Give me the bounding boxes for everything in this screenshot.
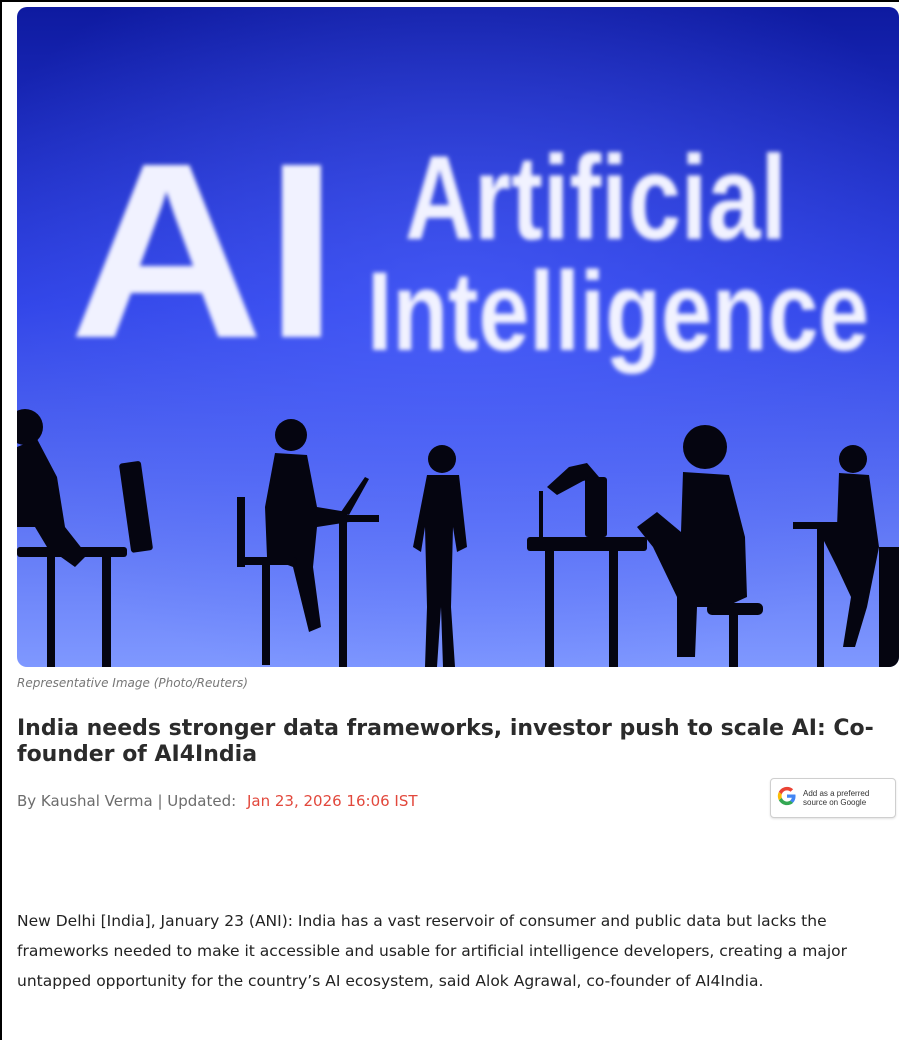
hero-illustration: AI Artificial Intelligence bbox=[17, 7, 899, 667]
google-g-icon bbox=[777, 786, 797, 810]
hero-line2-text: Intelligence bbox=[367, 249, 869, 374]
byline-author: By Kaushal Verma | Updated: bbox=[17, 792, 237, 810]
hero-ai-text: AI bbox=[69, 111, 339, 390]
article-body: New Delhi [India], January 23 (ANI): Ind… bbox=[17, 912, 847, 990]
hero-image: AI Artificial Intelligence bbox=[17, 7, 899, 667]
article-headline: India needs stronger data frameworks, in… bbox=[17, 716, 874, 767]
google-badge-label: Add as a preferred source on Google bbox=[803, 789, 870, 807]
image-caption: Representative Image (Photo/Reuters) bbox=[17, 676, 248, 690]
google-preferred-source-button[interactable]: Add as a preferred source on Google bbox=[770, 778, 896, 818]
hero-line1-text: Artificial bbox=[405, 131, 787, 265]
byline-date: Jan 23, 2026 16:06 IST bbox=[246, 792, 418, 810]
article-byline: By Kaushal Verma | Updated: Jan 23, 2026… bbox=[17, 792, 418, 810]
